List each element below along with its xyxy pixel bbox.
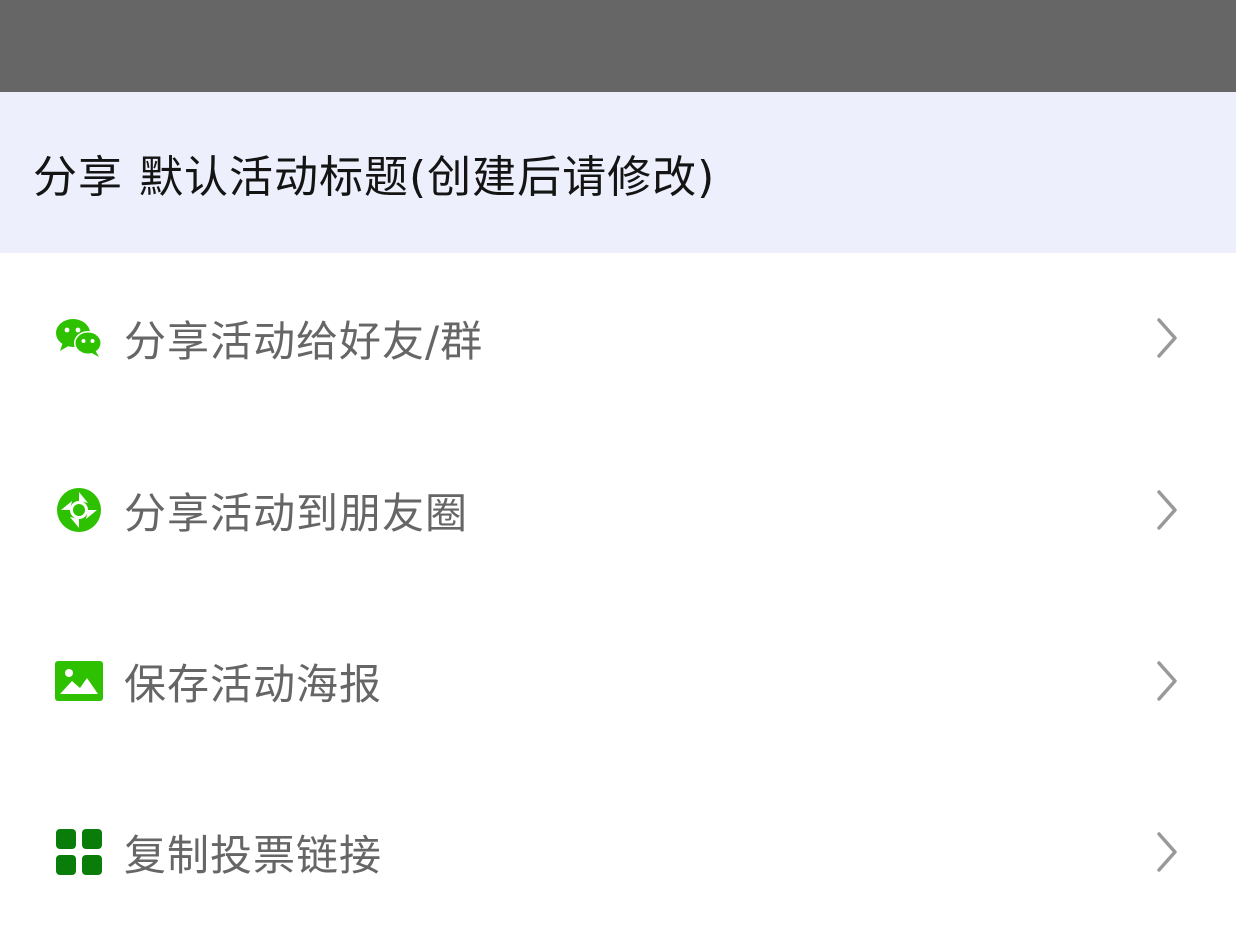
menu-item-share-friends[interactable]: 分享活动给好友/群 xyxy=(0,253,1236,423)
menu-item-label: 分享活动给好友/群 xyxy=(124,316,484,366)
menu-item-label: 分享活动到朋友圈 xyxy=(124,488,469,538)
menu-item-save-poster[interactable]: 保存活动海报 xyxy=(0,596,1236,766)
moments-icon xyxy=(55,486,103,534)
chevron-right-icon xyxy=(1151,830,1181,874)
menu-item-share-moments[interactable]: 分享活动到朋友圈 xyxy=(0,425,1236,595)
chevron-right-icon xyxy=(1151,659,1181,703)
chevron-right-icon xyxy=(1151,488,1181,532)
image-icon xyxy=(55,657,103,705)
menu-item-copy-link[interactable]: 复制投票链接 xyxy=(0,767,1236,931)
grid-icon xyxy=(55,828,103,876)
share-sheet-header: 分享 默认活动标题(创建后请修改) xyxy=(0,92,1236,253)
menu-item-label: 复制投票链接 xyxy=(124,830,383,880)
activity-title: 默认活动标题(创建后请修改) xyxy=(139,151,716,203)
title-prefix: 分享 xyxy=(33,151,123,203)
dimmed-overlay[interactable] xyxy=(0,0,1236,92)
wechat-icon xyxy=(55,314,103,362)
share-screen: 分享 默认活动标题(创建后请修改) 分享活动给好友/群 分享活动到朋友圈 保存活… xyxy=(0,0,1236,931)
chevron-right-icon xyxy=(1151,316,1181,360)
menu-item-label: 保存活动海报 xyxy=(124,659,383,709)
share-sheet-title: 分享 默认活动标题(创建后请修改) xyxy=(33,141,715,205)
